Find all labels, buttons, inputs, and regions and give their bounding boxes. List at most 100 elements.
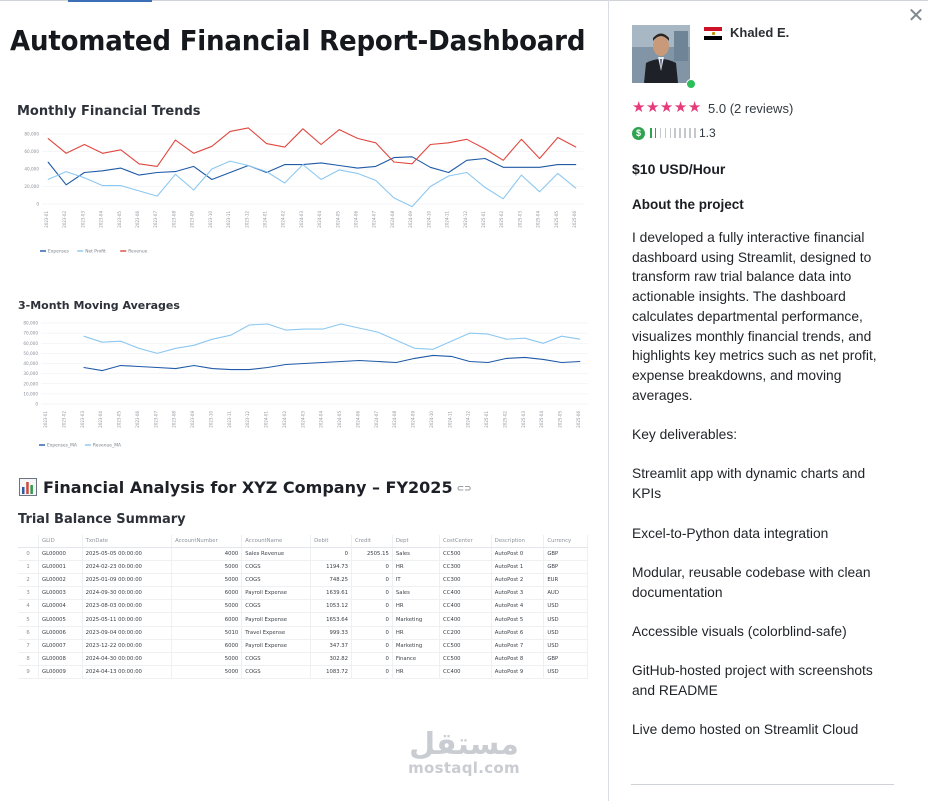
x-tick-label: 2023-07: [153, 411, 158, 428]
y-tick-label: 10,000: [23, 391, 38, 396]
table-cell: 2023-09-04 00:00:00: [82, 626, 173, 640]
column-header[interactable]: AccountName: [241, 535, 312, 548]
column-header[interactable]: Dept: [392, 535, 441, 548]
table-cell: 2025-01-09 00:00:00: [82, 573, 173, 588]
freelancer-name[interactable]: Khaled E.: [730, 25, 789, 40]
y-tick-label: 60,000: [24, 149, 39, 154]
column-header[interactable]: TxnDate: [82, 535, 173, 548]
data-point: [303, 328, 305, 330]
data-point: [411, 163, 413, 165]
data-point: [193, 365, 195, 366]
data-point: [175, 139, 176, 141]
table-cell: Sales: [392, 586, 441, 601]
table-cell: GBP: [543, 547, 588, 562]
x-tick-label: 2024-09: [411, 411, 416, 428]
table-cell: HR: [392, 560, 441, 575]
table-cell: 1639.61: [310, 586, 352, 601]
index-header: [18, 535, 39, 548]
table-cell: 999.33: [310, 626, 352, 640]
table-cell: 2024-04-30 00:00:00: [82, 652, 173, 666]
data-point: [414, 347, 415, 349]
data-point: [47, 138, 49, 139]
data-point: [502, 166, 504, 168]
table-cell: 2023-12-22 00:00:00: [82, 639, 173, 653]
table-cell: USD: [543, 626, 588, 640]
data-point: [267, 323, 268, 325]
data-point: [448, 142, 449, 144]
column-header[interactable]: CostCenter: [439, 535, 492, 548]
table-cell: USD: [543, 612, 588, 627]
rating-text: 5.0 (2 reviews): [708, 101, 793, 116]
data-point: [487, 333, 489, 335]
data-point: [211, 179, 213, 180]
table-cell: 0: [351, 612, 393, 627]
column-header[interactable]: Currency: [543, 535, 588, 548]
table-cell: 4000: [171, 547, 243, 562]
series-line-revenue: [47, 127, 577, 167]
column-header[interactable]: Description: [491, 535, 545, 548]
chart-title-moving: 3-Month Moving Averages: [18, 299, 180, 312]
table-cell: 0: [351, 586, 393, 601]
avatar[interactable]: [632, 25, 690, 83]
table-cell: GL00002: [38, 573, 83, 588]
table-cell: GBP: [543, 652, 588, 666]
x-tick-label: 2023-01: [43, 411, 48, 428]
x-tick-label: 2023-02: [61, 411, 66, 428]
data-point: [502, 198, 504, 200]
x-tick-label: 2024-03: [300, 411, 305, 428]
x-tick-label: 2024-10: [429, 411, 434, 428]
column-header[interactable]: AccountNumber: [171, 535, 243, 548]
data-point: [466, 138, 468, 140]
data-point: [120, 365, 121, 366]
x-tick-label: 2023-09: [190, 411, 195, 428]
data-point: [395, 362, 397, 363]
data-point: [429, 166, 431, 168]
table-cell: HR: [392, 626, 441, 640]
data-point: [393, 161, 395, 163]
data-point: [377, 361, 379, 362]
star-icon: ★: [659, 99, 674, 116]
x-tick-label: 2024-01: [262, 211, 267, 228]
column-header[interactable]: Credit: [351, 535, 393, 548]
table-cell: USD: [543, 639, 588, 653]
close-icon[interactable]: ✕: [906, 6, 926, 26]
column-header[interactable]: GLID: [38, 535, 83, 548]
data-point: [521, 174, 522, 176]
data-point: [502, 159, 504, 161]
data-point: [450, 356, 452, 357]
x-tick-label: 2024-06: [354, 211, 359, 228]
x-tick-label: 2024-07: [372, 211, 377, 228]
data-point: [466, 159, 468, 161]
table-cell: AutoPost 1: [491, 560, 545, 575]
table-cell: USD: [543, 599, 588, 614]
x-tick-label: 2023-05: [117, 211, 122, 228]
data-point: [575, 146, 577, 148]
table-row: 9 GL00009 2024-04-13 00:00:00 5000 COGS 1083.…: [18, 665, 588, 679]
table-cell: COGS: [241, 560, 312, 575]
table-cell: 2023-08-03 00:00:00: [82, 599, 173, 614]
table-cell: HR: [392, 599, 441, 614]
data-point: [411, 206, 413, 207]
data-point: [484, 187, 486, 188]
chart-title-monthly: Monthly Financial Trends: [17, 104, 201, 119]
table-cell: AutoPost 5: [491, 612, 545, 627]
data-point: [575, 187, 577, 189]
data-point: [557, 164, 559, 165]
data-point: [211, 145, 213, 147]
x-tick-label: 2023-06: [135, 211, 140, 228]
column-header[interactable]: Debit: [310, 535, 352, 548]
data-point: [357, 167, 358, 169]
data-point: [466, 172, 468, 173]
table-cell: GL00005: [38, 612, 83, 627]
data-point: [138, 366, 140, 367]
data-point: [448, 175, 449, 177]
table-cell: 5000: [171, 560, 243, 575]
x-tick-label: 2023-09: [190, 211, 195, 228]
data-point: [561, 362, 562, 363]
watermark-latin: mostaql.com: [408, 759, 520, 777]
reviews-count[interactable]: (2 reviews): [730, 101, 794, 116]
avatar-photo: [632, 25, 690, 83]
x-tick-label: 2024-10: [426, 211, 431, 228]
table-cell: 2024-04-13 00:00:00: [82, 665, 173, 679]
pane-divider: [608, 0, 609, 801]
